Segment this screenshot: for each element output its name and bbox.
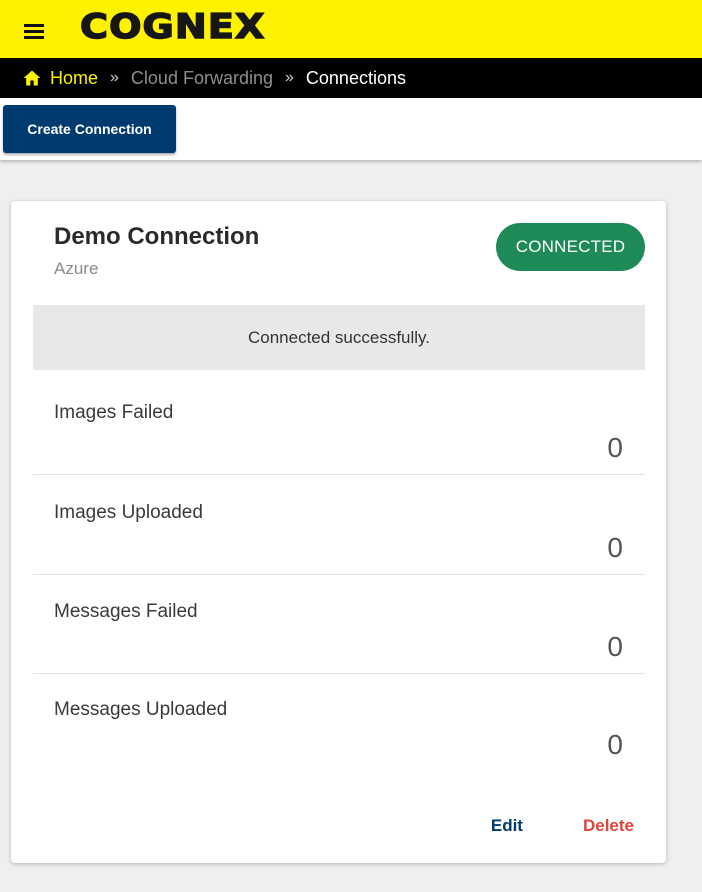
breadcrumb-current: Connections [305,67,406,88]
stat-value: 0 [607,729,623,760]
stat-value: 0 [607,532,623,563]
stat-value: 0 [607,631,623,662]
stat-label: Messages Failed [54,601,198,622]
stat-label: Images Uploaded [54,502,203,523]
stat-images-uploaded: Images Uploaded 0 [33,476,645,575]
cognex-logo: COGNEX [79,6,266,48]
breadcrumb: Home » Cloud Forwarding » Connections [0,58,702,98]
stat-messages-uploaded: Messages Uploaded 0 [33,673,645,771]
hamburger-menu-icon[interactable] [24,24,44,39]
breadcrumb-separator: » [110,69,119,86]
breadcrumb-home-link[interactable]: Home [50,68,98,89]
top-bar: COGNEX [0,0,702,58]
action-bar: Create Connection [0,98,702,160]
breadcrumb-separator: » [285,69,294,86]
stat-messages-failed: Messages Failed 0 [33,575,645,674]
delete-button[interactable]: Delete [583,816,634,836]
connection-card: Demo Connection Azure CONNECTED Connecte… [11,201,666,863]
connection-provider: Azure [54,259,99,278]
stat-label: Images Failed [54,402,174,423]
breadcrumb-cloud-forwarding-link[interactable]: Cloud Forwarding [131,68,273,89]
status-badge: CONNECTED [496,223,645,271]
connection-name: Demo Connection [54,223,260,250]
stat-images-failed: Images Failed 0 [33,376,645,475]
home-icon[interactable] [22,68,42,88]
stat-label: Messages Uploaded [54,699,228,720]
status-message: Connected successfully. [33,305,645,370]
stat-value: 0 [607,432,623,463]
edit-button[interactable]: Edit [491,816,523,836]
card-actions: Edit Delete [491,816,634,836]
create-connection-button[interactable]: Create Connection [3,105,176,153]
